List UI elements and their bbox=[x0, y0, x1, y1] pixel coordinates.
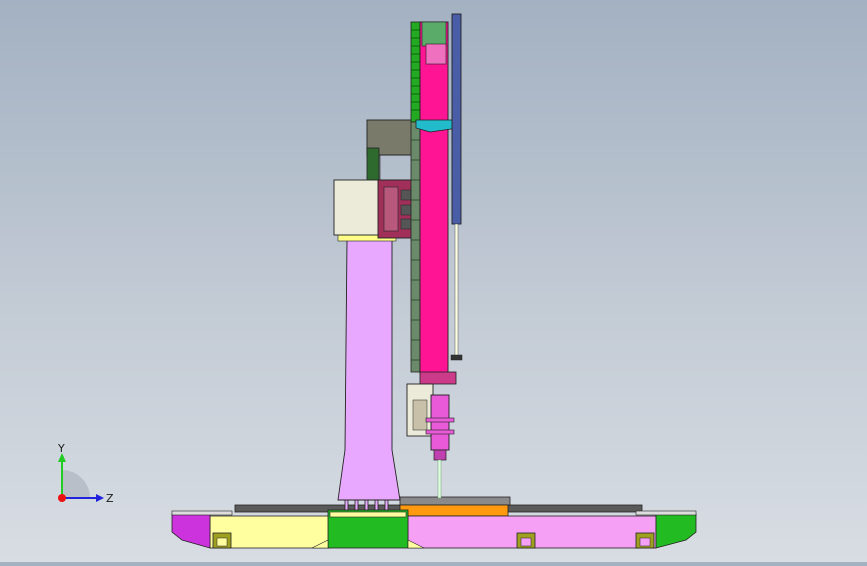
spindle-body bbox=[430, 394, 450, 451]
triad-quadrant bbox=[62, 470, 90, 498]
head-assembly[interactable] bbox=[333, 119, 418, 239]
base-foot-2-inner bbox=[520, 537, 532, 547]
z-carriage-pink-inset bbox=[425, 43, 447, 65]
spindle-tool bbox=[437, 459, 442, 499]
gear-detail-2 bbox=[400, 204, 412, 216]
z-axis-slide[interactable] bbox=[410, 13, 463, 385]
column-body bbox=[337, 239, 401, 501]
gear-rack-top bbox=[410, 21, 421, 123]
spindle-collar-1 bbox=[425, 417, 455, 423]
orientation-triad: Y Z bbox=[57, 442, 114, 505]
machine-base[interactable] bbox=[171, 496, 697, 549]
head-box bbox=[333, 179, 381, 236]
base-orange-bar bbox=[399, 504, 509, 517]
carriage-lower-block bbox=[419, 371, 457, 385]
gear-housing-inner bbox=[383, 186, 399, 232]
gear-detail-1 bbox=[400, 189, 412, 201]
gear-rack-lower bbox=[410, 121, 421, 373]
spindle-assembly[interactable] bbox=[406, 383, 455, 499]
base-foot-3-inner bbox=[639, 537, 651, 547]
base-right-wedge bbox=[655, 513, 697, 549]
air-cylinder-rod bbox=[454, 223, 459, 360]
base-foot-1-inner bbox=[216, 537, 228, 547]
base-slotted-table bbox=[399, 496, 511, 506]
air-cylinder bbox=[451, 13, 462, 225]
motor-shaft bbox=[379, 154, 414, 181]
base-left-rail bbox=[171, 510, 233, 516]
base-center-cap bbox=[329, 511, 407, 518]
z-carriage bbox=[419, 21, 449, 375]
cad-viewport[interactable]: Y Z bbox=[0, 0, 867, 562]
base-right-rail bbox=[635, 510, 697, 516]
z-axis-arrow bbox=[96, 494, 104, 502]
base-left-wedge bbox=[171, 513, 211, 549]
x-axis-dot bbox=[58, 494, 66, 502]
gear-detail-3 bbox=[400, 218, 412, 230]
vertical-column[interactable] bbox=[337, 234, 401, 501]
motor-mount bbox=[366, 147, 380, 184]
air-cylinder-end bbox=[450, 354, 463, 361]
spindle-collar-2 bbox=[425, 429, 455, 435]
spindle-bracket-inner bbox=[412, 399, 428, 431]
spindle-nose bbox=[433, 449, 447, 461]
machine-model[interactable] bbox=[0, 0, 867, 562]
z-carriage-top-block bbox=[421, 21, 447, 47]
y-axis-label: Y bbox=[57, 442, 65, 455]
z-axis-label: Z bbox=[106, 492, 114, 505]
